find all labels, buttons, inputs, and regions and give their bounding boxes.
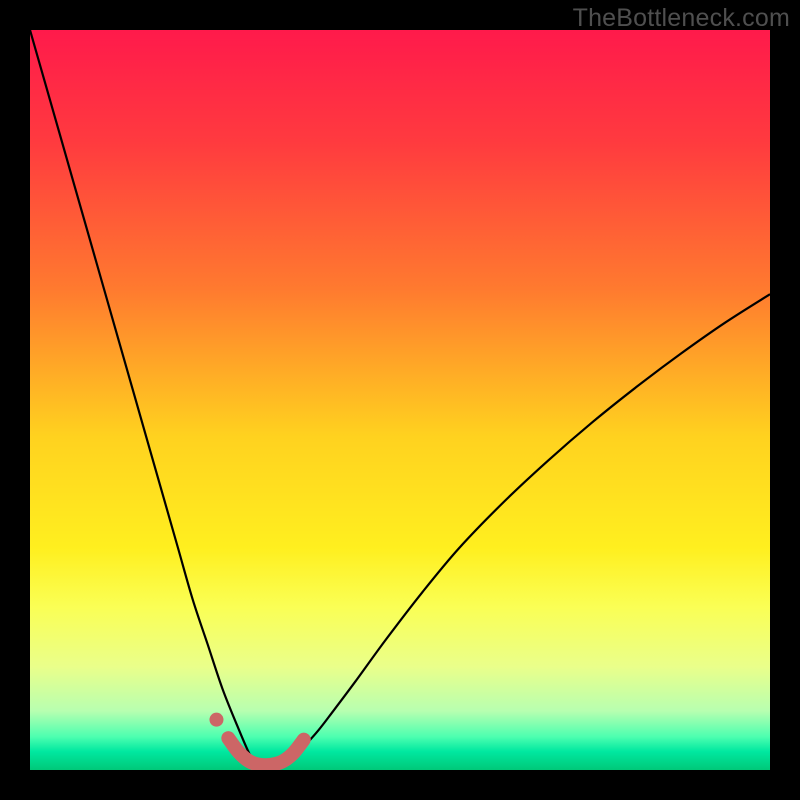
gradient-background (30, 30, 770, 770)
optimum-marker-dot (209, 713, 223, 727)
chart-svg (30, 30, 770, 770)
chart-frame: TheBottleneck.com (0, 0, 800, 800)
plot-area (30, 30, 770, 770)
watermark-text: TheBottleneck.com (573, 4, 790, 33)
